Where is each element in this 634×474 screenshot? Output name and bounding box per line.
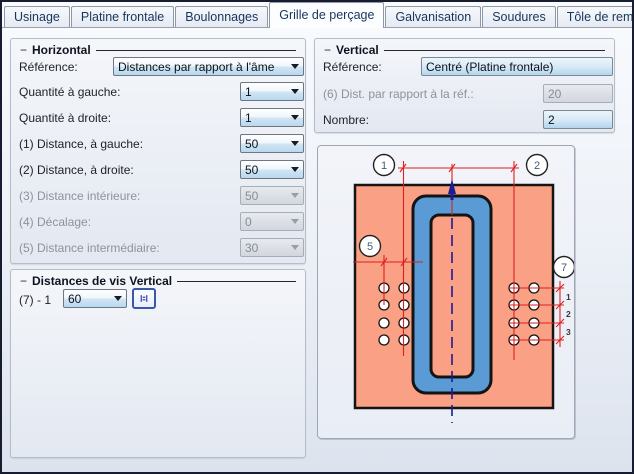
collapse-icon[interactable]: −: [20, 44, 27, 56]
reference-label: Référence:: [19, 60, 78, 74]
qty-left-combobox[interactable]: 1: [240, 82, 304, 101]
dist-right-value: 50: [245, 162, 259, 177]
tab-grille-de-percage[interactable]: Grille de perçage: [269, 2, 385, 28]
chevron-down-icon: [291, 245, 299, 250]
chevron-down-icon: [291, 219, 299, 224]
callout-5: 5: [367, 241, 373, 253]
title-rule: [383, 50, 605, 51]
chevron-down-icon: [291, 167, 299, 172]
qty-right-value: 1: [245, 110, 252, 125]
offset-label: (4) Décalage:: [19, 215, 92, 229]
tab-platine-frontale[interactable]: Platine frontale: [70, 6, 175, 27]
spacing-label-2: 2: [566, 309, 571, 319]
group-horizontal-title: − Horizontal: [20, 43, 296, 57]
equal-spacing-button[interactable]: [132, 288, 156, 309]
title-rule: [95, 50, 296, 51]
reference-combobox[interactable]: Distances par rapport à l'âme: [113, 57, 304, 76]
dist-to-ref-value: 20: [548, 86, 562, 101]
dist-inner-value: 50: [245, 188, 259, 203]
spacing-labels: 1 2 3: [566, 292, 571, 337]
screw-distance-1-label: (7) - 1: [19, 293, 52, 307]
dist-left-label: (1) Distance, à gauche:: [19, 137, 144, 151]
dist-to-ref-field: 20: [543, 84, 613, 103]
tab-usinage[interactable]: Usinage: [4, 6, 70, 27]
dist-to-ref-label: (6) Dist. par rapport à la réf.:: [323, 87, 474, 101]
qty-left-value: 1: [245, 84, 252, 99]
callout-1: 1: [381, 160, 387, 172]
tab-boulonnages[interactable]: Boulonnages: [175, 6, 269, 27]
group-title-text: Distances de vis Vertical: [32, 274, 173, 288]
dist-right-label: (2) Distance, à droite:: [19, 163, 134, 177]
offset-combobox: 0: [240, 212, 304, 231]
offset-value: 0: [245, 214, 252, 229]
group-vertical-title: − Vertical: [324, 43, 605, 57]
title-rule: [177, 281, 296, 282]
group-title-text: Vertical: [336, 43, 379, 57]
tab-galvanisation[interactable]: Galvanisation: [385, 6, 482, 27]
dist-inner-combobox: 50: [240, 186, 304, 205]
qty-right-combobox[interactable]: 1: [240, 108, 304, 127]
diagram-panel: 1 2 5 7 1 2 3: [317, 145, 575, 439]
equal-spacing-icon: [140, 295, 148, 302]
reference-v-value: Centré (Platine frontale): [426, 59, 554, 74]
callout-7: 7: [561, 262, 567, 274]
count-label: Nombre:: [323, 113, 370, 127]
chevron-down-icon: [291, 89, 299, 94]
collapse-icon[interactable]: −: [324, 44, 331, 56]
hole-grid-preview: 1 2 5 7 1 2 3: [353, 153, 574, 423]
spacing-label-3: 3: [566, 327, 571, 337]
chevron-down-icon: [114, 296, 122, 301]
dist-intermediate-value: 30: [245, 240, 259, 255]
spacing-label-1: 1: [566, 292, 571, 302]
reference-v-label: Référence:: [323, 60, 382, 74]
dist-inner-label: (3) Distance intérieure:: [19, 189, 141, 203]
chevron-down-icon: [291, 64, 299, 69]
hole-grid-dialog: Usinage Platine frontale Boulonnages Gri…: [0, 0, 634, 474]
tab-soudures[interactable]: Soudures: [482, 6, 556, 27]
screw-distance-1-combobox[interactable]: 60: [63, 289, 127, 308]
qty-left-label: Quantité à gauche:: [19, 85, 121, 99]
group-screw-distances-title: − Distances de vis Vertical: [20, 274, 296, 288]
chevron-down-icon: [291, 115, 299, 120]
dist-left-value: 50: [245, 136, 259, 151]
dist-intermediate-combobox: 30: [240, 238, 304, 257]
tab-tole-de-remplissage[interactable]: Tôle de remplissage: [556, 6, 632, 27]
tab-bar: Usinage Platine frontale Boulonnages Gri…: [2, 2, 632, 28]
dist-intermediate-label: (5) Distance intermédiaire:: [19, 241, 160, 255]
group-vertical: − Vertical Référence: Centré (Platine fr…: [314, 38, 615, 133]
group-title-text: Horizontal: [32, 43, 91, 57]
reference-value: Distances par rapport à l'âme: [118, 59, 275, 74]
row-screw-distance-1: (7) - 1: [19, 290, 301, 310]
dist-right-combobox[interactable]: 50: [240, 160, 304, 179]
screw-distance-1-value: 60: [68, 291, 82, 306]
group-horizontal: − Horizontal Référence: Distances par ra…: [10, 38, 306, 264]
qty-right-label: Quantité à droite:: [19, 111, 112, 125]
count-field[interactable]: 2: [543, 110, 613, 129]
callout-2: 2: [534, 160, 540, 172]
count-value: 2: [548, 112, 555, 127]
chevron-down-icon: [291, 141, 299, 146]
group-screw-distances: − Distances de vis Vertical (7) - 1 60: [10, 269, 306, 458]
chevron-down-icon: [291, 193, 299, 198]
dist-left-combobox[interactable]: 50: [240, 134, 304, 153]
reference-v-combobox[interactable]: Centré (Platine frontale): [421, 57, 613, 76]
collapse-icon[interactable]: −: [20, 275, 27, 287]
